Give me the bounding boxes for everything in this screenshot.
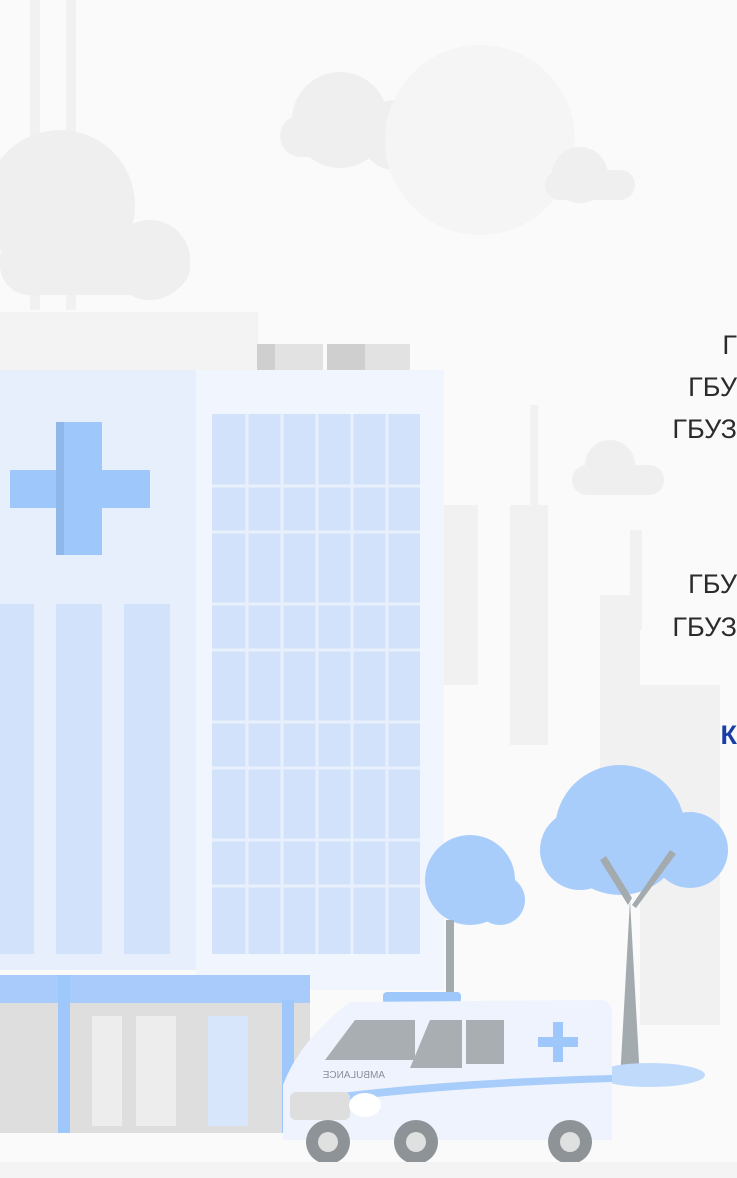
ambulance: AMBULANCE (283, 992, 612, 1164)
hospital-illustration: AMBULANCE (0, 0, 737, 1178)
ambulance-label: AMBULANCE (322, 1070, 385, 1081)
ground (0, 1162, 737, 1178)
